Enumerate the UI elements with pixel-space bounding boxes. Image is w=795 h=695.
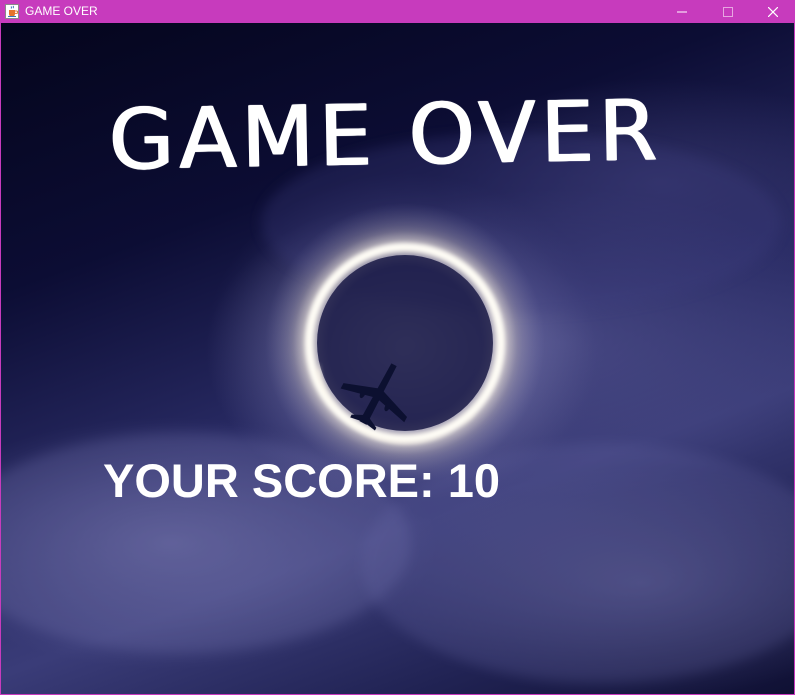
window-title: GAME OVER	[25, 4, 98, 18]
title-bar[interactable]: GAME OVER	[1, 1, 794, 23]
close-icon	[768, 7, 778, 17]
maximize-icon	[723, 7, 733, 17]
game-over-window: GAME OVER GAME OVER YOUR SCORE: 10	[0, 0, 795, 695]
close-button[interactable]	[750, 1, 794, 23]
game-over-scene: GAME OVER YOUR SCORE: 10	[1, 23, 794, 694]
minimize-icon	[677, 11, 687, 13]
maximize-button[interactable]	[705, 1, 751, 23]
game-over-heading: GAME OVER	[108, 81, 664, 189]
minimize-button[interactable]	[659, 1, 705, 23]
score-display: YOUR SCORE: 10	[103, 454, 500, 507]
java-app-icon[interactable]	[5, 4, 19, 19]
